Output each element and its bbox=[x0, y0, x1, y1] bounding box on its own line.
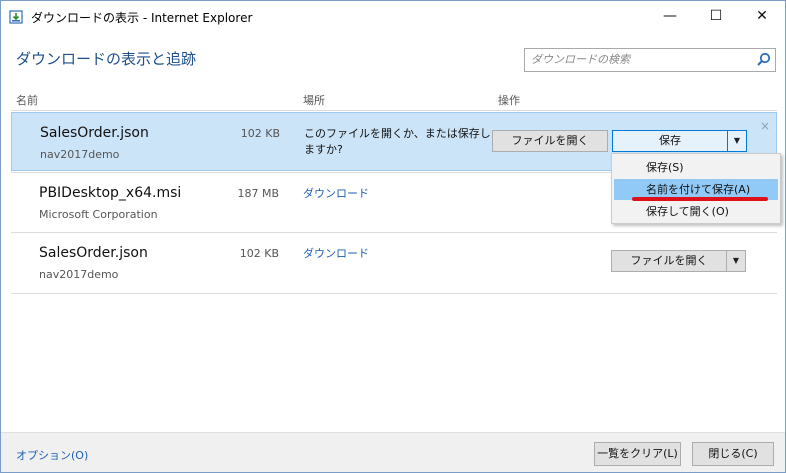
options-link[interactable]: オプション(O) bbox=[16, 447, 88, 463]
menu-item-save[interactable]: 保存(S) bbox=[614, 157, 778, 178]
column-header-action: 操作 bbox=[498, 94, 520, 107]
minimize-button[interactable]: — bbox=[647, 1, 693, 32]
save-button[interactable]: 保存 bbox=[612, 130, 728, 152]
annotation-underline bbox=[632, 197, 768, 201]
save-dropdown-arrow[interactable]: ▼ bbox=[727, 130, 747, 152]
file-name: SalesOrder.json bbox=[39, 245, 148, 261]
file-name: SalesOrder.json bbox=[40, 125, 149, 141]
menu-item-save-and-open[interactable]: 保存して開く(O) bbox=[614, 201, 778, 222]
maximize-button[interactable]: ☐ bbox=[693, 1, 739, 32]
file-size: 187 MB bbox=[237, 187, 279, 200]
file-size: 102 KB bbox=[239, 247, 279, 260]
header-divider bbox=[11, 110, 777, 111]
open-file-button[interactable]: ファイルを開く bbox=[611, 250, 727, 272]
open-file-button[interactable]: ファイルを開く bbox=[492, 130, 608, 152]
download-row[interactable]: SalesOrder.json nav2017demo 102 KB ダウンロー… bbox=[11, 233, 777, 292]
title-bar[interactable]: ダウンロードの表示 - Internet Explorer — ☐ ✕ bbox=[1, 1, 785, 32]
close-window-button[interactable]: ✕ bbox=[739, 1, 785, 32]
window-title: ダウンロードの表示 - Internet Explorer bbox=[31, 11, 253, 25]
footer-bar: オプション(O) 一覧をクリア(L) 閉じる(C) bbox=[1, 432, 785, 472]
file-source: nav2017demo bbox=[39, 268, 119, 281]
row-divider bbox=[11, 293, 777, 294]
downloads-window: ダウンロードの表示 - Internet Explorer — ☐ ✕ ダウンロ… bbox=[0, 0, 786, 473]
open-dropdown-arrow[interactable]: ▼ bbox=[726, 250, 746, 272]
search-icon[interactable] bbox=[755, 51, 773, 69]
download-location-link[interactable]: ダウンロード bbox=[303, 185, 369, 201]
search-input[interactable] bbox=[525, 49, 749, 69]
file-size: 102 KB bbox=[240, 127, 280, 140]
search-box bbox=[524, 48, 776, 72]
column-header-location[interactable]: 場所 bbox=[303, 92, 325, 108]
column-header-name[interactable]: 名前 bbox=[16, 92, 38, 108]
save-dropdown-menu: 保存(S) 名前を付けて保存(A) 保存して開く(O) bbox=[611, 153, 781, 224]
file-source: Microsoft Corporation bbox=[39, 208, 158, 221]
close-button[interactable]: 閉じる(C) bbox=[692, 442, 774, 466]
file-name: PBIDesktop_x64.msi bbox=[39, 185, 182, 201]
clear-list-button[interactable]: 一覧をクリア(L) bbox=[594, 442, 681, 466]
downloads-app-icon bbox=[9, 10, 23, 24]
download-location-link[interactable]: ダウンロード bbox=[303, 245, 369, 261]
download-prompt-message: このファイルを開くか、または保存しますか? bbox=[304, 127, 491, 156]
dismiss-row-button[interactable]: × bbox=[760, 119, 770, 133]
file-source: nav2017demo bbox=[40, 148, 120, 161]
page-title: ダウンロードの表示と追跡 bbox=[16, 50, 197, 68]
